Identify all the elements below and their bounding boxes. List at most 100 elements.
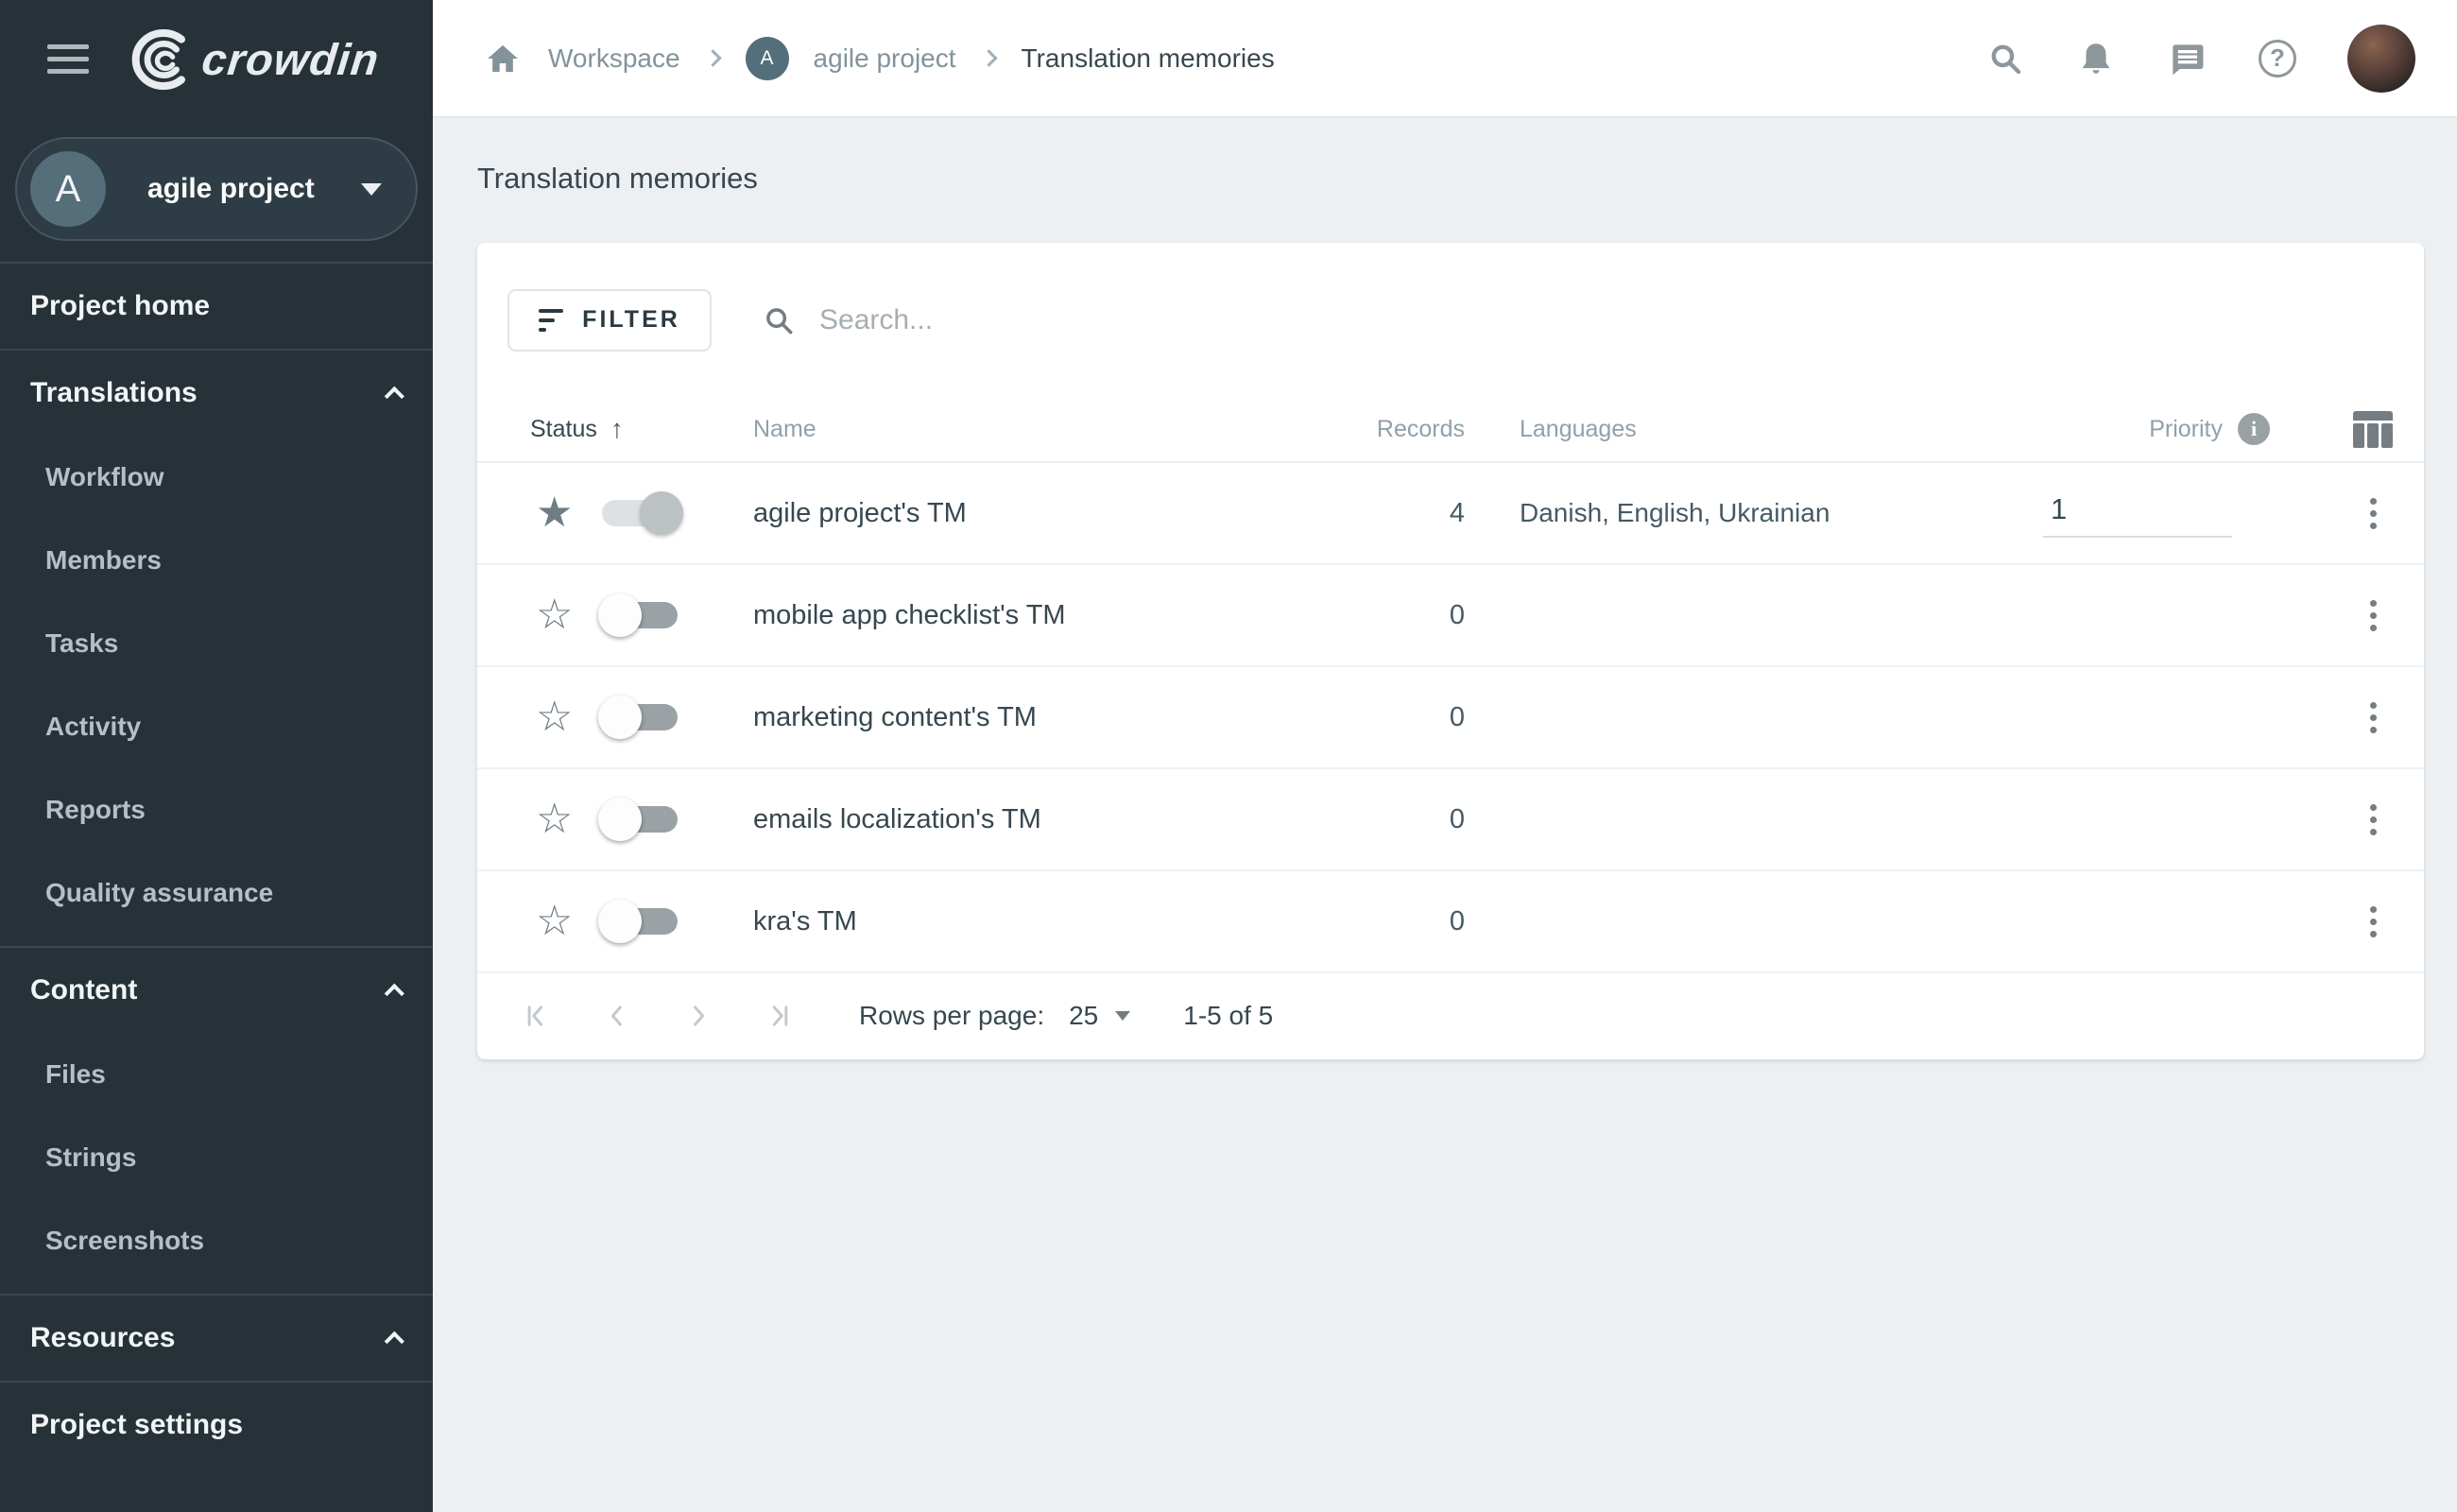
more-options-icon[interactable] xyxy=(2362,490,2384,537)
sort-ascending-icon: ↑ xyxy=(610,414,624,443)
more-options-icon[interactable] xyxy=(2362,797,2384,843)
sidebar-item-activity[interactable]: Activity xyxy=(0,685,433,768)
table-header: Status ↑ Name Records Languages Priority… xyxy=(477,397,2424,463)
tm-name[interactable]: emails localization's TM xyxy=(710,804,1361,835)
crowdin-logo[interactable]: crowdin xyxy=(125,28,382,90)
rows-per-page-value: 25 xyxy=(1069,1001,1099,1030)
favorite-star-icon[interactable]: ★ xyxy=(536,492,585,534)
tm-records: 0 xyxy=(1449,599,1465,630)
table-row: ☆ emails localization's TM 0 xyxy=(477,769,2424,871)
topbar-main: Workspace A agile project Translation me… xyxy=(433,0,2457,118)
sidebar-item-reports[interactable]: Reports xyxy=(0,768,433,851)
breadcrumb-current-page: Translation memories xyxy=(1021,43,1275,73)
chevron-down-icon xyxy=(1115,1011,1131,1021)
favorite-star-icon[interactable]: ☆ xyxy=(536,696,585,738)
table-toolbar: FILTER xyxy=(477,243,2424,397)
table-pagination: Rows per page: 25 1-5 of 5 xyxy=(477,973,2424,1058)
home-icon[interactable] xyxy=(482,38,524,79)
favorite-star-icon[interactable]: ☆ xyxy=(536,901,585,942)
more-options-icon[interactable] xyxy=(2362,695,2384,741)
favorite-star-icon[interactable]: ☆ xyxy=(536,799,585,840)
notifications-bell-icon[interactable] xyxy=(2075,38,2117,79)
column-header-languages[interactable]: Languages xyxy=(1520,416,2043,443)
info-icon[interactable]: i xyxy=(2238,413,2270,445)
chevron-up-icon xyxy=(384,1331,404,1351)
status-toggle[interactable] xyxy=(598,696,678,739)
tm-name[interactable]: marketing content's TM xyxy=(710,702,1361,733)
search-bar xyxy=(761,302,2386,338)
column-settings-cell xyxy=(2345,410,2401,448)
sidebar-item-members[interactable]: Members xyxy=(0,519,433,602)
next-page-icon[interactable] xyxy=(678,995,719,1037)
rows-per-page-label: Rows per page: xyxy=(859,1001,1045,1030)
pagination-range: 1-5 of 5 xyxy=(1183,1001,1274,1030)
sidebar-item-strings[interactable]: Strings xyxy=(0,1116,433,1199)
tm-languages: Danish, English, Ukrainian xyxy=(1520,498,1830,527)
menu-icon[interactable] xyxy=(47,44,89,74)
user-avatar[interactable] xyxy=(2347,24,2415,93)
table-row: ★ agile project's TM 4 Danish, English, … xyxy=(477,463,2424,565)
search-input[interactable] xyxy=(819,303,2386,336)
status-toggle[interactable] xyxy=(598,900,678,943)
filter-button[interactable]: FILTER xyxy=(507,288,712,352)
priority-cell xyxy=(2043,489,2270,538)
tm-records: 0 xyxy=(1449,701,1465,732)
table-row: ☆ mobile app checklist's TM 0 xyxy=(477,565,2424,667)
column-header-status[interactable]: Status ↑ xyxy=(530,414,710,444)
previous-page-icon[interactable] xyxy=(596,995,638,1037)
columns-settings-icon[interactable] xyxy=(2353,410,2393,448)
last-page-icon[interactable] xyxy=(759,995,800,1037)
topbar: crowdin Workspace A agile project Transl… xyxy=(0,0,2457,118)
breadcrumb-project[interactable]: agile project xyxy=(814,43,956,74)
translation-memories-card: FILTER Status ↑ Name Records Languages P… xyxy=(477,243,2424,1059)
sidebar-section-header-resources[interactable]: Resources xyxy=(0,1296,433,1381)
sidebar-item-project-home[interactable]: Project home xyxy=(0,264,433,349)
tm-name[interactable]: kra's TM xyxy=(710,906,1361,937)
column-header-name[interactable]: Name xyxy=(710,416,1361,443)
sidebar-item-project-settings[interactable]: Project settings xyxy=(0,1383,433,1468)
sidebar-item-files[interactable]: Files xyxy=(0,1033,433,1116)
help-icon[interactable]: ? xyxy=(2257,38,2298,79)
column-header-priority[interactable]: Priority i xyxy=(2043,413,2270,445)
status-cell: ☆ xyxy=(530,900,710,943)
status-cell: ☆ xyxy=(530,696,710,739)
status-toggle[interactable] xyxy=(598,798,678,841)
tm-name[interactable]: mobile app checklist's TM xyxy=(710,600,1361,631)
sidebar-section-header-translations[interactable]: Translations xyxy=(0,351,433,436)
table-row: ☆ marketing content's TM 0 xyxy=(477,667,2424,769)
breadcrumb: Workspace A agile project Translation me… xyxy=(482,36,1275,80)
search-icon xyxy=(766,307,793,334)
messages-icon[interactable] xyxy=(2166,38,2208,79)
topbar-actions: ? xyxy=(1984,24,2415,93)
sidebar-item-workflow[interactable]: Workflow xyxy=(0,436,433,519)
sidebar-section-translations: Translations Workflow Members Tasks Acti… xyxy=(0,351,433,946)
table-row: ☆ kra's TM 0 xyxy=(477,871,2424,973)
main-content: Translation memories FILTER Status ↑ Nam… xyxy=(433,118,2457,1512)
project-selector[interactable]: A agile project xyxy=(15,137,418,241)
sidebar-item-tasks[interactable]: Tasks xyxy=(0,602,433,685)
breadcrumb-workspace[interactable]: Workspace xyxy=(548,43,680,74)
breadcrumb-project-avatar[interactable]: A xyxy=(745,36,789,80)
sidebar-section-content: Content Files Strings Screenshots xyxy=(0,948,433,1294)
status-toggle[interactable] xyxy=(598,593,678,637)
more-options-icon[interactable] xyxy=(2362,593,2384,639)
row-actions xyxy=(2345,490,2401,537)
sidebar-section-header-content[interactable]: Content xyxy=(0,948,433,1033)
sidebar-item-screenshots[interactable]: Screenshots xyxy=(0,1199,433,1282)
status-toggle[interactable] xyxy=(602,491,683,535)
more-options-icon[interactable] xyxy=(2362,899,2384,945)
tm-records: 0 xyxy=(1449,803,1465,834)
column-header-records[interactable]: Records xyxy=(1361,416,1465,443)
chevron-up-icon xyxy=(384,386,404,406)
topbar-brand-area: crowdin xyxy=(0,0,433,118)
priority-input[interactable] xyxy=(2043,489,2232,538)
tm-name[interactable]: agile project's TM xyxy=(710,498,1361,529)
sidebar-item-quality-assurance[interactable]: Quality assurance xyxy=(0,851,433,935)
favorite-star-icon[interactable]: ☆ xyxy=(536,594,585,636)
first-page-icon[interactable] xyxy=(515,995,557,1037)
rows-per-page-select[interactable]: 25 xyxy=(1069,1001,1131,1031)
chevron-down-icon xyxy=(361,182,382,196)
row-actions xyxy=(2345,593,2401,639)
search-icon[interactable] xyxy=(1984,38,2026,79)
chevron-right-icon xyxy=(979,49,998,67)
